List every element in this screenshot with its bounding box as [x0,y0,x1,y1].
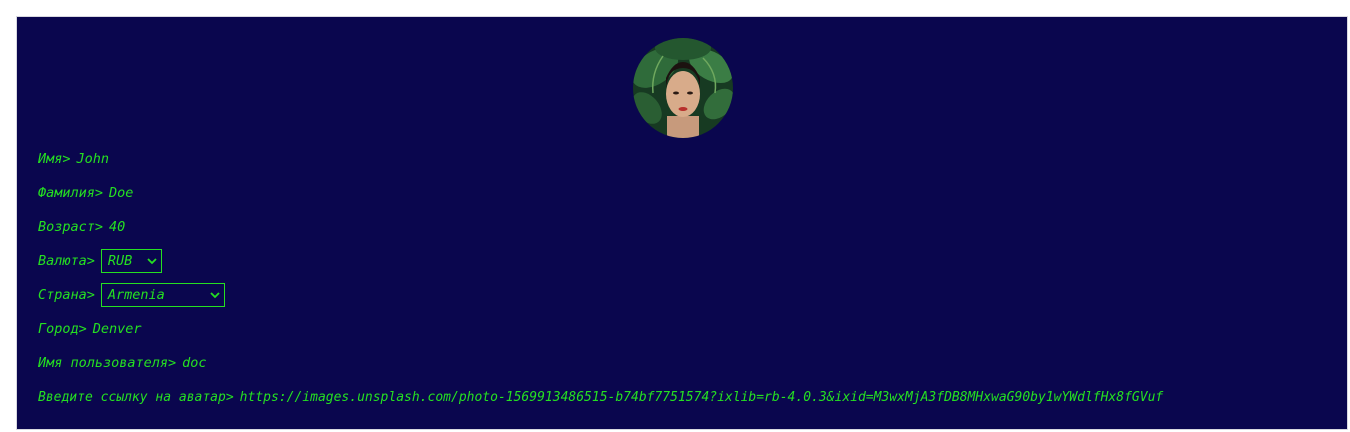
field-city-value[interactable]: Denver [93,321,142,337]
country-select[interactable]: Armenia [100,283,225,307]
field-avatar-url-value[interactable]: https://images.unsplash.com/photo-156991… [240,390,1164,405]
field-country: Страна> Armenia [38,283,225,307]
field-city: Город> Denver [38,317,142,341]
field-name-label: Имя> [38,151,71,167]
field-surname: Фамилия> Doe [38,181,133,205]
field-surname-label: Фамилия> [38,185,104,201]
avatar [633,38,733,138]
chevron-down-icon [210,292,220,299]
field-currency: Валюта> RUB [38,249,162,273]
field-age: Возраст> 40 [38,215,125,239]
avatar-photo [633,38,733,138]
chevron-down-icon [147,258,157,265]
field-currency-label: Валюта> [38,253,95,269]
field-age-value[interactable]: 40 [109,219,125,235]
field-avatar-url: Введите ссылку на аватар> https://images… [38,385,1163,409]
field-surname-value[interactable]: Doe [109,185,133,201]
field-username-label: Имя пользователя> [38,355,177,371]
field-country-label: Страна> [38,287,95,303]
field-name: Имя> John [38,147,109,171]
country-select-value: Armenia [107,287,165,303]
field-age-label: Возраст> [38,219,104,235]
field-name-value[interactable]: John [77,151,110,167]
field-avatar-url-label: Введите ссылку на аватар> [38,389,234,405]
profile-terminal: Имя> John Фамилия> Doe Возраст> 40 Валют… [17,17,1347,429]
field-username: Имя пользователя> doc [38,351,207,375]
currency-select[interactable]: RUB [100,249,162,273]
field-city-label: Город> [38,321,87,337]
currency-select-value: RUB [107,253,133,269]
field-username-value[interactable]: doc [182,355,206,371]
